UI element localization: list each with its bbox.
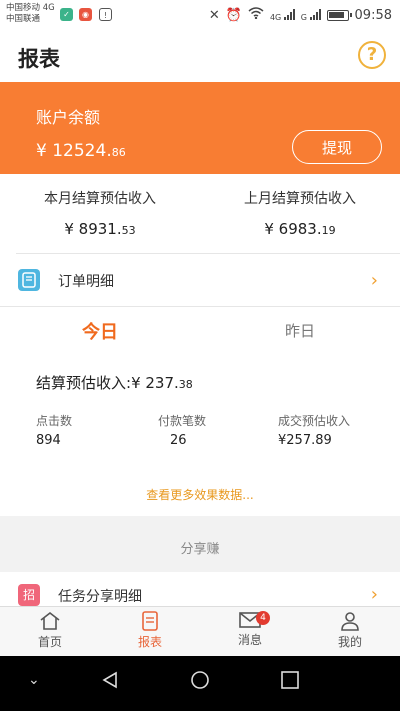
settle-decimal: 38 (178, 378, 193, 391)
back-icon[interactable] (100, 670, 120, 694)
network-label: G (300, 12, 307, 22)
task-share-label: 任务分享明细 (58, 589, 142, 605)
bottom-nav: 首页 报表 4 消息 我的 (0, 606, 400, 656)
home-icon (40, 611, 60, 630)
estimates-panel: 本月结算预估收入 ¥ 8931.53 上月结算预估收入 ¥ 6983.19 (0, 174, 400, 254)
nav-report[interactable]: 报表 (100, 611, 200, 650)
currency-symbol: ¥ (131, 374, 146, 392)
metric-value: 894 (36, 433, 61, 448)
divider (0, 306, 400, 307)
withdraw-button[interactable]: 提现 (292, 130, 382, 164)
signal-icon-1: 4G (269, 8, 295, 22)
wifi-icon (248, 7, 264, 23)
clock: 09:58 (354, 7, 392, 23)
metric-payments: 付款笔数 26 (158, 412, 206, 448)
nav-label: 我的 (337, 635, 362, 649)
network-label: 4G (269, 12, 282, 22)
last-month-label: 上月结算预估收入 (244, 191, 356, 207)
stats-panel: 今日 昨日 结算预估收入:¥ 237.38 点击数 894 付款笔数 26 成交… (0, 306, 400, 516)
order-details-row[interactable]: 订单明细 › (0, 254, 400, 306)
metric-label: 点击数 (36, 414, 73, 428)
nav-label: 报表 (137, 635, 162, 649)
value-decimal: 19 (321, 224, 336, 237)
recents-icon[interactable] (280, 670, 300, 694)
message-badge: 4 (256, 611, 270, 625)
alarm-icon: ⏰ (225, 7, 242, 23)
nav-home[interactable]: 首页 (0, 611, 100, 650)
chevron-down-icon[interactable]: ⌄ (28, 672, 40, 688)
signal-icon-2: G (300, 8, 321, 22)
nav-profile[interactable]: 我的 (300, 611, 400, 650)
notification-icon: ! (99, 8, 112, 21)
nav-messages[interactable]: 4 消息 (200, 611, 300, 648)
chevron-right-icon: › (370, 270, 378, 291)
metric-label: 付款笔数 (158, 414, 207, 428)
currency-symbol: ¥ (36, 141, 47, 161)
value-integer: 8931. (78, 220, 122, 238)
tab-yesterday[interactable]: 昨日 (200, 320, 400, 341)
share-section-title: 分享赚 (180, 542, 220, 557)
this-month-estimate: 本月结算预估收入 ¥ 8931.53 (0, 188, 200, 238)
last-month-estimate: 上月结算预估收入 ¥ 6983.19 (200, 188, 400, 238)
balance-decimal: 86 (111, 146, 126, 159)
value-decimal: 53 (121, 224, 136, 237)
carrier-1: 中国移动 4G (6, 3, 55, 13)
value-integer: 6983. (278, 220, 322, 238)
balance-value: ¥ 12524.86 (36, 141, 126, 161)
carrier-2: 中国联通 (6, 14, 41, 24)
app-notification-icon: ✓ (60, 8, 73, 21)
settle-estimate: 结算预估收入:¥ 237.38 (36, 372, 193, 393)
carrier-info: 中国移动 4G 中国联通 (6, 3, 55, 25)
task-icon: 招 (18, 584, 40, 606)
order-icon (18, 269, 40, 291)
task-share-row[interactable]: 招 任务分享明细 › (0, 572, 400, 606)
status-bar: 中国移动 4G 中国联通 ✓ ◉ ! ✕ ⏰ 4G G 09:58 (0, 0, 400, 30)
home-circle-icon[interactable] (190, 670, 210, 694)
mute-icon: ✕ (208, 7, 220, 23)
this-month-value: ¥ 8931.53 (0, 220, 200, 238)
help-icon[interactable]: ? (358, 41, 386, 69)
person-icon (341, 612, 359, 631)
balance-label: 账户余额 (36, 108, 101, 127)
nav-label: 首页 (37, 635, 62, 649)
this-month-label: 本月结算预估收入 (44, 191, 156, 207)
chevron-right-icon: › (370, 584, 378, 605)
settle-label: 结算预估收入: (36, 374, 132, 392)
currency-symbol: ¥ (64, 220, 79, 238)
balance-card: 账户余额 ¥ 12524.86 提现 (0, 82, 400, 174)
metric-label: 成交预估收入 (278, 414, 351, 428)
app-notification-icon: ◉ (79, 8, 92, 21)
metric-value: ¥257.89 (278, 433, 332, 448)
metric-value: 26 (170, 433, 187, 448)
metric-deal-estimate: 成交预估收入 ¥257.89 (278, 412, 350, 448)
metric-clicks: 点击数 894 (36, 412, 72, 448)
page-title: 报表 (18, 47, 60, 71)
tab-today[interactable]: 今日 (0, 318, 200, 344)
more-data-link[interactable]: 查看更多效果数据... (0, 486, 400, 503)
battery-icon (326, 9, 352, 21)
app-header: 报表 ? (0, 30, 400, 82)
order-details-label: 订单明细 (58, 274, 114, 290)
nav-label: 消息 (237, 633, 262, 647)
balance-integer: 12524. (52, 141, 112, 161)
last-month-value: ¥ 6983.19 (200, 220, 400, 238)
currency-symbol: ¥ (264, 220, 279, 238)
settle-integer: 237. (145, 374, 179, 392)
system-nav-bar: ⌄ (0, 656, 400, 711)
report-icon (142, 611, 158, 631)
